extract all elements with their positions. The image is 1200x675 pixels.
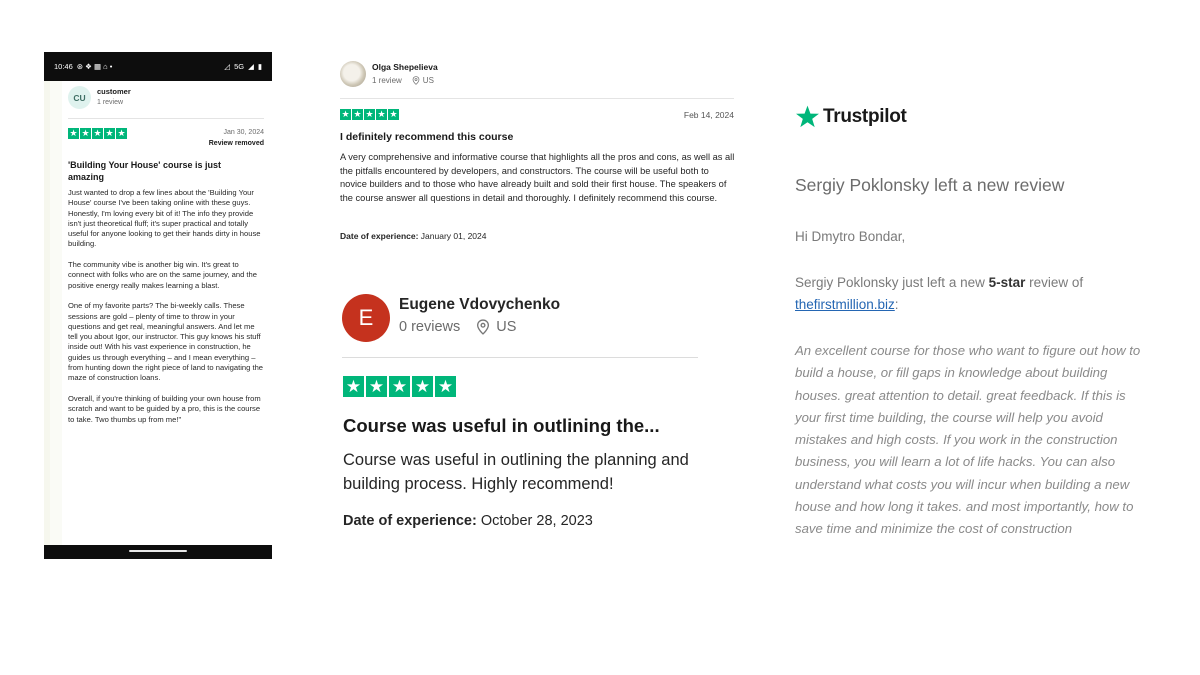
review-date: Feb 14, 2024 — [683, 110, 734, 120]
divider — [340, 98, 734, 99]
star-icon: ★ — [435, 376, 456, 397]
star-icon: ★ — [92, 128, 103, 139]
country: US — [422, 76, 434, 85]
star-icon: ★ — [343, 376, 364, 397]
avatar[interactable]: E — [342, 294, 390, 342]
avatar[interactable]: CU — [68, 86, 91, 109]
review-quote: An excellent course for those who want t… — [795, 343, 1141, 537]
star-rating-text: 5-star — [988, 275, 1026, 290]
review-paragraph: The community vibe is another big win. I… — [68, 260, 257, 290]
star-rating: ★ ★ ★ ★ ★ — [343, 376, 456, 397]
email-headline: Sergiy Poklonsky left a new review — [795, 175, 1065, 195]
date-of-experience: Date of experience: October 28, 2023 — [343, 513, 593, 529]
intro-suffix: review of — [1029, 275, 1084, 290]
trustpilot-logo[interactable]: Trustpilot — [795, 104, 907, 129]
reviewer-name[interactable]: customer — [97, 87, 131, 96]
reviewer-meta: 0 reviews US — [399, 319, 516, 335]
experience-date: October 28, 2023 — [480, 513, 593, 529]
review-body: A very comprehensive and informative cou… — [340, 152, 735, 203]
navigation-bar — [44, 545, 272, 559]
experience-label: Date of experience: — [340, 231, 419, 241]
star-icon: ★ — [389, 376, 410, 397]
experience-label: Date of experience: — [343, 513, 477, 529]
review-paragraph: One of my favorite parts? The bi-weekly … — [68, 301, 264, 383]
star-icon: ★ — [352, 109, 363, 120]
wifi-icon: ◿ — [224, 62, 231, 71]
battery-icon: ▮ — [257, 62, 262, 71]
reviewer-name[interactable]: Olga Shepelieva — [372, 62, 438, 72]
review-body: Course was useful in outlining the plann… — [343, 451, 689, 493]
location-pin-icon — [477, 319, 490, 335]
review-count: 0 reviews — [399, 319, 461, 335]
business-link[interactable]: thefirstmillion.biz — [795, 297, 895, 312]
star-icon: ★ — [68, 128, 79, 139]
review-status: Review removed — [208, 140, 264, 147]
location-pin-icon — [412, 76, 420, 85]
review-title[interactable]: Course was useful in outlining the... — [343, 415, 660, 437]
star-icon: ★ — [340, 109, 351, 120]
link-suffix: : — [894, 297, 899, 312]
star-icon: ★ — [388, 109, 399, 120]
reviewer-name[interactable]: Eugene Vdovychenko — [399, 296, 560, 314]
email-intro-line: Sergiy Poklonsky just left a new 5-star … — [795, 275, 1083, 290]
avatar[interactable] — [340, 61, 366, 87]
experience-date: January 01, 2024 — [420, 231, 487, 241]
star-rating: ★ ★ ★ ★ ★ — [340, 109, 399, 120]
star-icon: ★ — [366, 376, 387, 397]
signal-icon: ◢ — [248, 62, 254, 71]
phone-content[interactable]: CU customer 1 review ★ ★ ★ ★ ★ Jan 30, 2… — [44, 81, 272, 545]
business-link-line: thefirstmillion.biz: — [795, 297, 899, 312]
review-date: Jan 30, 2024 — [223, 129, 264, 136]
reviewer-location: US — [476, 319, 516, 335]
review-body: Just wanted to drop a few lines about th… — [68, 188, 264, 435]
star-icon: ★ — [376, 109, 387, 120]
star-icon: ★ — [412, 376, 433, 397]
star-rating: ★ ★ ★ ★ ★ — [68, 128, 127, 139]
trustpilot-wordmark: Trustpilot — [823, 105, 907, 127]
review-count: 1 review — [372, 76, 402, 85]
review-paragraph: Overall, if you're thinking of building … — [68, 393, 261, 424]
status-time: 10:46 — [54, 62, 73, 71]
phone-screenshot: 10:46 ⊛ ❖ ▦ ⌂ • ◿ 5G ◢ ▮ CU customer 1 r… — [44, 52, 272, 559]
review-card: CU customer 1 review ★ ★ ★ ★ ★ Jan 30, 2… — [62, 81, 272, 545]
trustpilot-star-icon — [796, 105, 819, 128]
review-count: 1 review — [97, 99, 124, 106]
notification-icons: ⊛ ❖ ▦ ⌂ • — [76, 62, 113, 71]
star-icon: ★ — [104, 128, 115, 139]
reviewer-meta: 1 review US — [372, 76, 434, 85]
email-greeting: Hi Dmytro Bondar, — [795, 229, 906, 244]
network-label: 5G — [234, 62, 245, 71]
divider — [68, 118, 264, 119]
intro-prefix: Sergiy Poklonsky just left a new — [795, 275, 985, 290]
star-icon: ★ — [80, 128, 91, 139]
review-paragraph: Just wanted to drop a few lines about th… — [68, 188, 261, 249]
divider — [342, 357, 698, 358]
home-gesture-handle[interactable] — [129, 550, 187, 552]
review-title[interactable]: I definitely recommend this course — [340, 131, 513, 143]
status-bar: 10:46 ⊛ ❖ ▦ ⌂ • ◿ 5G ◢ ▮ — [44, 52, 272, 81]
star-icon: ★ — [116, 128, 127, 139]
review-title: 'Building Your House' course is just ama… — [68, 160, 221, 182]
country: US — [496, 319, 517, 335]
date-of-experience: Date of experience: January 01, 2024 — [340, 231, 487, 241]
reviewer-location: US — [412, 76, 434, 85]
star-icon: ★ — [364, 109, 375, 120]
